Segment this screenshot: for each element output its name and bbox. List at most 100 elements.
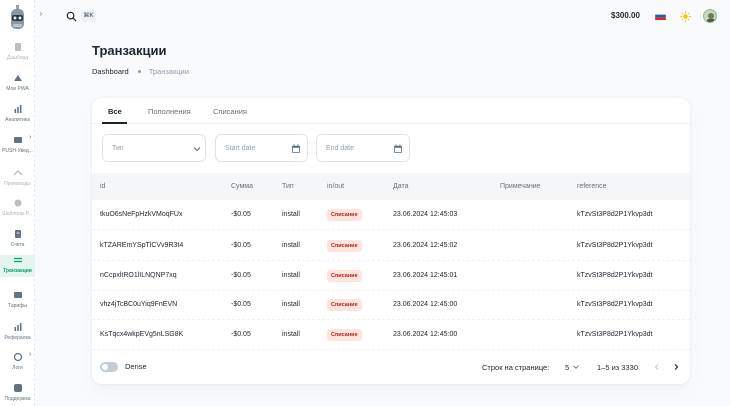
sidebar-item-label: Поддержка	[4, 396, 31, 402]
sidebar-item-promo[interactable]: Промокоды	[0, 168, 35, 187]
column-header-date[interactable]: Дата	[393, 183, 409, 190]
balance-amount: $300.00	[611, 11, 640, 20]
calendar-icon[interactable]	[393, 144, 403, 154]
avatar-face-icon	[707, 13, 715, 22]
tabs-bar: Все Пополнения Списания	[92, 98, 690, 124]
sidebar-item-tariffs[interactable]: Тарифы	[0, 290, 35, 309]
sidebar-item-transactions[interactable]: Транзакции	[0, 255, 35, 277]
promo-icon	[13, 170, 22, 176]
end-date-placeholder: End date	[326, 145, 355, 152]
table-row[interactable]: tkuO6sNeFpHzkVMoqFUx -$0.05 install Списани…	[92, 200, 690, 230]
active-tab-indicator	[102, 122, 127, 124]
status-badge: Списание	[327, 299, 362, 311]
robot-logo-icon[interactable]	[8, 5, 27, 33]
sidebar: › Дэшборд Мои PWA Аналитика PUSH-Увед... › Пр…	[0, 0, 42, 406]
column-header-id[interactable]: id	[100, 183, 105, 190]
collapse-sidebar-button[interactable]: ›	[36, 9, 46, 19]
expand-arrow-icon[interactable]: ›	[29, 351, 31, 358]
tab-deposits[interactable]: Пополнения	[148, 107, 191, 116]
cell-amount: -$0.05	[231, 331, 251, 338]
sidebar-item-label: PUSH-Увед...	[2, 148, 33, 154]
cell-id: KsTqcx4wkpEVg5nLSG8K	[100, 331, 184, 338]
expand-arrow-icon[interactable]: ›	[29, 134, 31, 141]
table-header: id Сумма Тип in/out Дата Примечание refe…	[92, 173, 690, 200]
cell-type: install	[282, 331, 300, 338]
cell-date: 23.06.2024 12:45:00	[393, 331, 458, 338]
cell-id: tkuO6sNeFpHzkVMoqFUx	[100, 211, 183, 218]
cell-reference: kTzvSt3P8d2P1Ykvp3dt	[577, 242, 653, 249]
sidebar-item-analytics[interactable]: Аналитика	[0, 104, 35, 123]
column-header-note[interactable]: Примечание	[500, 183, 541, 190]
end-date-field[interactable]: End date	[316, 134, 410, 162]
cell-amount: -$0.05	[231, 242, 251, 249]
table-row[interactable]: vhz4jTcBC0uYiq9FnEVN -$0.05 install Списани…	[92, 290, 690, 320]
breadcrumb-current: Транзакции	[148, 67, 189, 76]
sidebar-item-invoice[interactable]: Счета	[0, 229, 35, 248]
search-icon[interactable]	[66, 11, 77, 22]
cell-amount: -$0.05	[231, 211, 251, 218]
dense-toggle[interactable]	[100, 362, 118, 372]
sidebar-item-label: Шаблоны P...	[2, 211, 33, 217]
table-footer: Dense Строк на странице: 5 1–5 из 3330	[92, 354, 690, 384]
breadcrumb-separator	[137, 70, 141, 74]
logs-icon	[13, 352, 22, 362]
transactions-card: Все Пополнения Списания Тип Start date E…	[92, 98, 690, 384]
search-shortcut-badge: ⌘K	[81, 10, 96, 22]
cell-type: install	[282, 211, 300, 218]
status-badge: Списание	[327, 329, 362, 341]
previous-page-icon[interactable]	[653, 363, 661, 371]
status-badge: Списание	[327, 240, 362, 252]
russian-flag-icon[interactable]	[655, 12, 666, 20]
calendar-icon[interactable]	[291, 144, 301, 154]
cell-reference: kTzvSt3P8d2P1Ykvp3dt	[577, 301, 653, 308]
breadcrumb-dashboard-link[interactable]: Dashboard	[92, 67, 129, 76]
sidebar-item-label: Тарифы	[8, 303, 27, 309]
column-header-reference[interactable]: reference	[577, 183, 607, 190]
table-row[interactable]: nCcpxltRO1lILNQNP7xq -$0.05 install Списани…	[92, 261, 690, 291]
dense-toggle-knob	[102, 364, 108, 370]
column-header-type[interactable]: Тип	[282, 183, 294, 190]
sidebar-item-pwa[interactable]: Мои PWA	[0, 73, 35, 92]
tab-all[interactable]: Все	[108, 107, 122, 116]
sidebar-item-label: Дэшборд	[6, 55, 29, 61]
sidebar-item-templates[interactable]: Шаблоны P...	[0, 198, 35, 217]
sidebar-item-dashboard[interactable]: Дэшборд	[0, 42, 35, 61]
templates-icon	[14, 199, 21, 207]
sidebar-item-label: Аналитика	[5, 117, 30, 123]
analytics-icon	[14, 105, 21, 113]
column-header-inout[interactable]: in/out	[327, 183, 344, 190]
sidebar-item-label: Логи	[12, 365, 23, 371]
tariffs-icon	[13, 292, 22, 298]
sidebar-item-support[interactable]: Поддержка	[0, 383, 35, 402]
sidebar-item-label: Счета	[10, 242, 25, 248]
support-icon	[13, 384, 22, 392]
table-row[interactable]: kTZAREmYSpTlCVv9R3t4 -$0.05 install Списани…	[92, 231, 690, 261]
cell-id: vhz4jTcBC0uYiq9FnEVN	[100, 301, 178, 308]
start-date-placeholder: Start date	[225, 145, 256, 152]
rows-per-page-select[interactable]: 5	[565, 363, 569, 372]
status-badge: Списание	[327, 270, 362, 282]
type-select[interactable]: Тип	[102, 134, 206, 162]
cell-reference: kTzvSt3P8d2P1Ykvp3dt	[577, 211, 653, 218]
cell-date: 23.06.2024 12:45:02	[393, 242, 458, 249]
cell-id: nCcpxltRO1lILNQNP7xq	[100, 272, 177, 279]
cell-date: 23.06.2024 12:45:00	[393, 301, 458, 308]
theme-toggle-sun-icon[interactable]	[680, 11, 691, 22]
referral-icon	[14, 323, 21, 331]
chevron-down-icon[interactable]	[572, 363, 580, 371]
start-date-field[interactable]: Start date	[215, 134, 308, 162]
column-header-amount[interactable]: Сумма	[231, 183, 253, 190]
sidebar-item-label: Рефералка	[4, 335, 31, 341]
user-avatar[interactable]	[703, 9, 717, 23]
tab-withdrawals[interactable]: Списания	[213, 107, 247, 116]
next-page-icon[interactable]	[672, 363, 680, 371]
sidebar-item-label: Мои PWA	[6, 86, 29, 92]
transactions-icon	[13, 257, 22, 263]
cell-reference: kTzvSt3P8d2P1Ykvp3dt	[577, 331, 653, 338]
cell-id: kTZAREmYSpTlCVv9R3t4	[100, 242, 184, 249]
invoice-icon	[14, 230, 21, 238]
table-row[interactable]: KsTqcx4wkpEVg5nLSG8K -$0.05 install Списани…	[92, 320, 690, 350]
sidebar-item-referral[interactable]: Рефералка	[0, 322, 35, 341]
cell-amount: -$0.05	[231, 301, 251, 308]
cell-type: install	[282, 272, 300, 279]
